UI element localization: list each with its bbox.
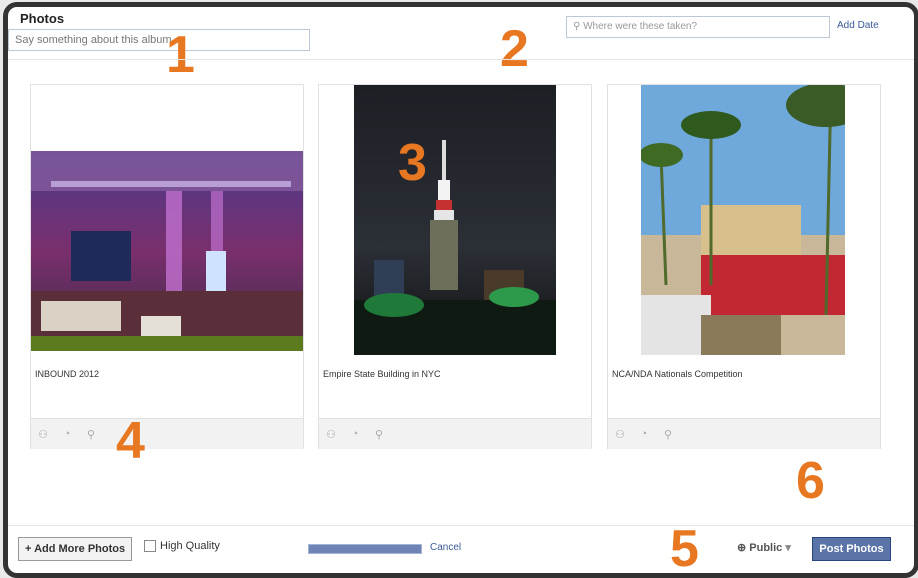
- location-pin-icon: ⚲: [573, 21, 581, 32]
- photo-thumbnail[interactable]: [31, 151, 303, 351]
- callout-6: 6: [796, 452, 825, 510]
- high-quality-label: High Quality: [160, 540, 220, 552]
- upload-progress-bar: [308, 544, 422, 554]
- high-quality-option[interactable]: High Quality: [144, 540, 220, 552]
- person-tag-icon[interactable]: ⚇: [608, 428, 632, 441]
- footer-divider: [8, 525, 914, 526]
- photo-card: NCA/NDA Nationals Competition ⚇ ◔ ⚲: [607, 84, 881, 449]
- photo-thumbnail[interactable]: [354, 85, 556, 355]
- callout-3: 3: [398, 134, 427, 192]
- location-pin-icon[interactable]: ⚲: [367, 428, 391, 441]
- cancel-link[interactable]: Cancel: [430, 542, 461, 553]
- photo-tools: ⚇ ◔ ⚲: [319, 418, 591, 449]
- photo-tools: ⚇ ◔ ⚲: [608, 418, 880, 449]
- photo-caption[interactable]: NCA/NDA Nationals Competition: [612, 369, 743, 379]
- album-description-input[interactable]: Say something about this album...: [8, 29, 310, 51]
- location-pin-icon[interactable]: ⚲: [79, 428, 103, 441]
- callout-4: 4: [116, 412, 145, 470]
- photo-caption[interactable]: Empire State Building in NYC: [323, 369, 441, 379]
- location-input[interactable]: ⚲ Where were these taken?: [566, 16, 830, 38]
- upload-progress-fill: [309, 545, 421, 553]
- person-tag-icon[interactable]: ⚇: [31, 428, 55, 441]
- photo-thumbnail[interactable]: [641, 85, 845, 355]
- photo-card: Empire State Building in NYC ⚇ ◔ ⚲: [318, 84, 592, 449]
- privacy-label: Public: [749, 542, 783, 554]
- clock-icon[interactable]: ◔: [632, 428, 656, 440]
- clock-icon[interactable]: ◔: [343, 428, 367, 440]
- add-date-link[interactable]: Add Date: [837, 20, 879, 31]
- location-pin-icon[interactable]: ⚲: [656, 428, 680, 441]
- photo-card: INBOUND 2012 ⚇ ◔ ⚲: [30, 84, 304, 449]
- chevron-down-icon: ▾: [785, 542, 791, 554]
- photo-caption[interactable]: INBOUND 2012: [35, 369, 99, 379]
- high-quality-checkbox[interactable]: [144, 540, 156, 552]
- privacy-selector[interactable]: ⊕ Public ▾: [737, 541, 791, 554]
- callout-5: 5: [670, 520, 699, 578]
- post-photos-button[interactable]: Post Photos: [812, 537, 891, 561]
- add-more-photos-button[interactable]: + Add More Photos: [18, 537, 133, 561]
- album-title: Photos: [20, 11, 65, 26]
- upload-dialog: Photos Say something about this album...…: [3, 2, 918, 578]
- person-tag-icon[interactable]: ⚇: [319, 428, 343, 441]
- header-divider: [8, 59, 914, 60]
- globe-icon: ⊕: [737, 542, 747, 554]
- location-placeholder: Where were these taken?: [583, 21, 698, 32]
- photo-tools: ⚇ ◔ ⚲: [31, 418, 303, 449]
- callout-1: 1: [166, 26, 195, 84]
- callout-2: 2: [500, 20, 529, 78]
- clock-icon[interactable]: ◔: [55, 428, 79, 440]
